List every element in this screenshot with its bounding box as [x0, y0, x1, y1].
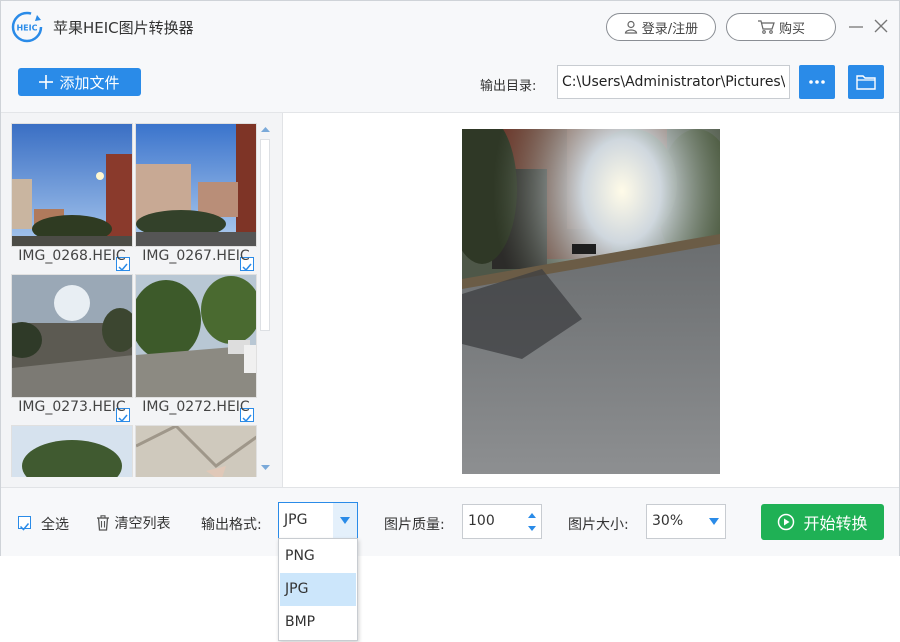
thumbnail-item[interactable]: IMG_0268.HEIC	[11, 123, 133, 274]
app-window: HEIC 苹果HEIC图片转换器 登录/注册 购买 添加文件 输出目录: C:\…	[0, 0, 900, 556]
app-title: 苹果HEIC图片转换器	[53, 19, 194, 37]
thumbnail-filename: IMG_0272.HEIC	[142, 399, 250, 415]
image-quality-stepper[interactable]: 100	[462, 504, 542, 539]
minimize-icon	[849, 26, 863, 28]
thumbnail-item[interactable]: IMG_0272.HEIC	[135, 274, 257, 425]
output-format-value: JPG	[284, 512, 308, 528]
thumbnail-filename: IMG_0267.HEIC	[142, 248, 250, 264]
file-list-panel: IMG_0268.HEIC IMG_0267.HEIC IMG_0273.HEI…	[1, 113, 283, 487]
output-dir-input[interactable]	[557, 65, 790, 99]
thumbnail-image	[135, 425, 257, 477]
image-size-value: 30%	[652, 513, 684, 529]
scroll-down-icon[interactable]	[260, 464, 271, 472]
thumbnail-grid: IMG_0268.HEIC IMG_0267.HEIC IMG_0273.HEI…	[11, 123, 259, 477]
format-option-png[interactable]: PNG	[280, 540, 356, 573]
thumbnail-item[interactable]: IMG_0273.HEIC	[11, 274, 133, 425]
add-file-label: 添加文件	[59, 73, 120, 92]
buy-button[interactable]: 购买	[726, 13, 836, 41]
logo-text: HEIC	[16, 24, 37, 33]
more-dots-icon	[809, 80, 825, 84]
user-icon	[624, 20, 637, 34]
thumbnail-item[interactable]	[11, 425, 133, 477]
stepper-up-icon[interactable]	[527, 511, 537, 519]
chevron-down-icon	[340, 517, 350, 524]
image-quality-value: 100	[468, 513, 495, 529]
output-format-select[interactable]: JPG	[278, 502, 358, 539]
chevron-down-icon	[709, 518, 719, 525]
add-file-button[interactable]: 添加文件	[18, 68, 141, 96]
heic-logo-icon: HEIC	[11, 11, 43, 43]
open-folder-button[interactable]	[848, 65, 884, 99]
browse-more-button[interactable]	[799, 65, 835, 99]
preview-image	[462, 129, 720, 474]
plus-icon	[39, 75, 54, 89]
thumbnail-image	[11, 123, 133, 247]
clear-list-button[interactable]: 清空列表	[96, 513, 170, 533]
thumbnail-filename: IMG_0268.HEIC	[18, 248, 126, 264]
image-size-select[interactable]: 30%	[646, 504, 726, 539]
image-quality-label: 图片质量:	[384, 517, 445, 533]
stepper-down-icon[interactable]	[527, 525, 537, 533]
cart-icon	[757, 20, 775, 34]
close-button[interactable]	[871, 15, 891, 37]
bottom-bar: 全选 清空列表 输出格式: 图片质量: 100 图片大小: 30% 开始转换	[1, 487, 899, 556]
select-all-checkbox[interactable]	[18, 516, 31, 531]
start-convert-label: 开始转换	[803, 514, 868, 533]
dropdown-toggle[interactable]	[333, 503, 357, 538]
thumbnail-image	[135, 274, 257, 398]
format-option-jpg[interactable]: JPG	[280, 573, 356, 606]
folder-icon	[856, 75, 876, 90]
play-icon	[778, 513, 795, 531]
title-bar: HEIC 苹果HEIC图片转换器 登录/注册 购买	[1, 1, 899, 53]
thumbnail-image	[11, 425, 133, 477]
image-size-label: 图片大小:	[568, 517, 629, 533]
close-icon	[874, 19, 888, 33]
format-option-bmp[interactable]: BMP	[280, 606, 356, 639]
select-all-label[interactable]: 全选	[41, 514, 69, 534]
format-dropdown-list: PNG JPG BMP	[278, 538, 358, 641]
output-format-label: 输出格式:	[201, 517, 262, 533]
thumbnail-image	[135, 123, 257, 247]
start-convert-button[interactable]: 开始转换	[761, 504, 884, 540]
scroll-up-icon[interactable]	[260, 125, 271, 133]
checkmark-icon	[19, 523, 30, 531]
thumbnail-image	[11, 274, 133, 398]
login-button[interactable]: 登录/注册	[606, 13, 716, 41]
toolbar: 添加文件 输出目录:	[1, 53, 899, 113]
login-label: 登录/注册	[641, 21, 699, 37]
minimize-button[interactable]	[846, 15, 866, 37]
thumbnail-item[interactable]: IMG_0267.HEIC	[135, 123, 257, 274]
buy-label: 购买	[778, 21, 805, 37]
thumbnail-scrollbar[interactable]	[258, 123, 273, 477]
clear-list-label: 清空列表	[114, 516, 171, 532]
output-dir-label: 输出目录:	[480, 79, 537, 94]
trash-icon	[97, 515, 109, 531]
scrollbar-thumb[interactable]	[260, 139, 270, 331]
thumbnail-filename: IMG_0273.HEIC	[18, 399, 126, 415]
thumbnail-item[interactable]	[135, 425, 257, 477]
